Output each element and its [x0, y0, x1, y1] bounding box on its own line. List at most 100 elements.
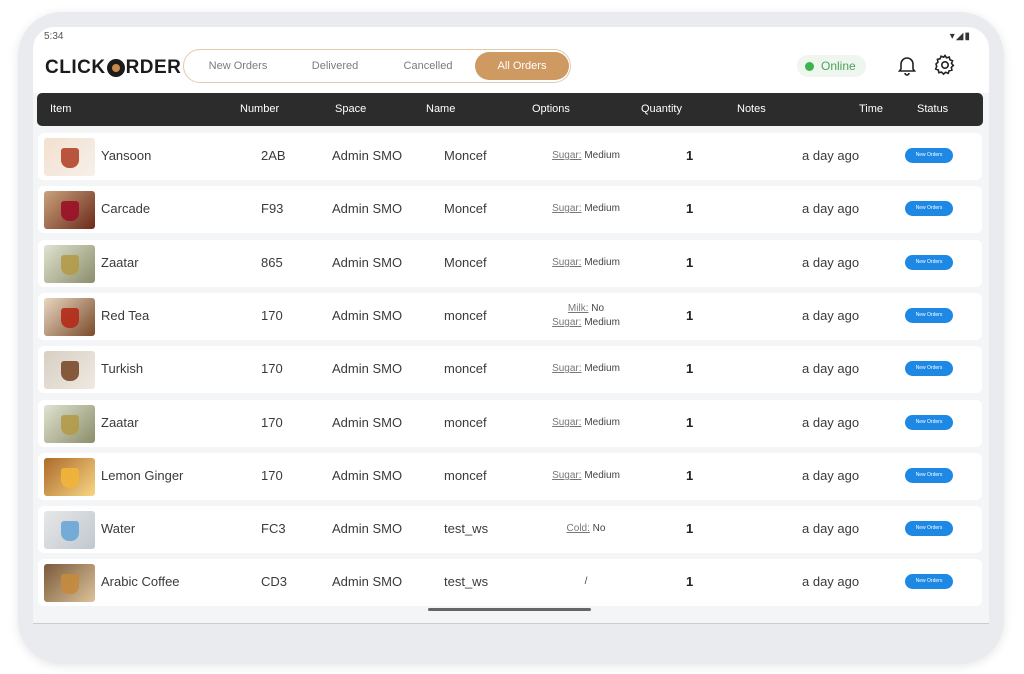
- option-line: Sugar: Medium: [526, 469, 646, 483]
- option-value: Medium: [584, 257, 620, 268]
- order-time: a day ago: [802, 574, 860, 589]
- logo-text-left: CLICK: [45, 57, 106, 78]
- item-thumbnail: [44, 405, 95, 443]
- status-badge[interactable]: New Orders: [905, 255, 953, 270]
- order-quantity: 1: [686, 308, 694, 323]
- col-item: Item: [50, 103, 72, 115]
- tab-delivered[interactable]: Delivered: [289, 52, 381, 80]
- order-space: Admin SMO: [332, 415, 403, 430]
- order-options: Sugar: Medium: [526, 469, 646, 483]
- item-name: Zaatar: [101, 255, 139, 270]
- option-value: No: [592, 523, 606, 534]
- item-name: Yansoon: [101, 148, 152, 163]
- table-row[interactable]: Turkish 170 Admin SMO moncef Sugar: Medium 1 a…: [38, 346, 982, 393]
- order-space: Admin SMO: [332, 468, 403, 483]
- order-number: CD3: [261, 574, 288, 589]
- option-value: No: [591, 303, 605, 314]
- order-space: Admin SMO: [332, 148, 403, 163]
- order-options: Milk: No Sugar: Medium: [526, 302, 646, 330]
- tab-cancelled[interactable]: Cancelled: [381, 52, 475, 80]
- option-key: Sugar:: [552, 417, 582, 428]
- status-badge[interactable]: New Orders: [905, 308, 953, 323]
- status-badge[interactable]: New Orders: [905, 148, 953, 163]
- bell-icon[interactable]: [895, 53, 919, 77]
- order-number: FC3: [261, 521, 286, 536]
- option-line: Sugar: Medium: [526, 362, 646, 376]
- order-number: 170: [261, 415, 283, 430]
- option-line: Sugar: Medium: [526, 202, 646, 216]
- order-quantity: 1: [686, 148, 694, 163]
- table-row[interactable]: Carcade F93 Admin SMO Moncef Sugar: Medium 1 a…: [38, 186, 982, 233]
- system-status-bar: 5:34 ▾◢▮: [33, 27, 989, 49]
- order-space: Admin SMO: [332, 255, 403, 270]
- tab-all-orders[interactable]: All Orders: [475, 52, 569, 80]
- tab-new-orders[interactable]: New Orders: [187, 52, 289, 80]
- col-name: Name: [426, 103, 456, 115]
- gear-icon[interactable]: [933, 53, 957, 77]
- option-value: Medium: [584, 203, 620, 214]
- item-thumbnail: [44, 298, 95, 336]
- order-quantity: 1: [686, 521, 694, 536]
- table-row[interactable]: Water FC3 Admin SMO test_ws Cold: No 1 a day a…: [38, 506, 982, 553]
- table-row[interactable]: Arabic Coffee CD3 Admin SMO test_ws / 1 a day …: [38, 559, 982, 606]
- table-row[interactable]: Zaatar 865 Admin SMO Moncef Sugar: Medium 1 a …: [38, 240, 982, 287]
- status-badge[interactable]: New Orders: [905, 468, 953, 483]
- order-tabs: New Orders Delivered Cancelled All Order…: [183, 49, 571, 83]
- order-options: Sugar: Medium: [526, 256, 646, 270]
- online-status-pill[interactable]: Online: [797, 55, 866, 77]
- col-notes: Notes: [737, 103, 766, 115]
- col-space: Space: [335, 103, 367, 115]
- option-value: Medium: [584, 317, 620, 328]
- customer-name: moncef: [444, 308, 487, 323]
- app-screen: 5:34 ▾◢▮ CLICK RDER New Orders Delivered…: [33, 27, 989, 623]
- customer-name: Moncef: [444, 201, 487, 216]
- option-value: Medium: [584, 470, 620, 481]
- item-name: Zaatar: [101, 415, 139, 430]
- customer-name: test_ws: [444, 574, 489, 589]
- status-badge[interactable]: New Orders: [905, 415, 953, 430]
- option-value: /: [584, 576, 588, 587]
- order-quantity: 1: [686, 201, 694, 216]
- item-thumbnail: [44, 138, 95, 176]
- order-time: a day ago: [802, 201, 860, 216]
- order-time: a day ago: [802, 521, 860, 536]
- customer-name: Moncef: [444, 148, 487, 163]
- option-key: Cold:: [566, 523, 590, 534]
- option-line: /: [526, 575, 646, 589]
- system-icons: ▾◢▮: [949, 31, 971, 42]
- status-badge[interactable]: New Orders: [905, 361, 953, 376]
- table-row[interactable]: Yansoon 2AB Admin SMO Moncef Sugar: Medium 1 a…: [38, 133, 982, 180]
- status-badge[interactable]: New Orders: [905, 521, 953, 536]
- home-indicator[interactable]: [428, 608, 591, 611]
- item-thumbnail: [44, 191, 95, 229]
- table-row[interactable]: Red Tea 170 Admin SMO moncef Milk: No Sugar: …: [38, 293, 982, 340]
- app-logo: CLICK RDER: [45, 57, 181, 79]
- order-time: a day ago: [802, 148, 860, 163]
- option-line: Sugar: Medium: [526, 149, 646, 163]
- option-value: Medium: [584, 363, 620, 374]
- col-status: Status: [917, 103, 949, 115]
- order-time: a day ago: [802, 361, 860, 376]
- item-name: Turkish: [101, 361, 144, 376]
- customer-name: moncef: [444, 415, 487, 430]
- col-quantity: Quantity: [641, 103, 682, 115]
- table-row[interactable]: Lemon Ginger 170 Admin SMO moncef Sugar: Med…: [38, 453, 982, 500]
- option-line: Sugar: Medium: [526, 416, 646, 430]
- order-options: Sugar: Medium: [526, 362, 646, 376]
- status-badge[interactable]: New Orders: [905, 574, 953, 589]
- item-name: Lemon Ginger: [101, 468, 184, 483]
- order-options: Sugar: Medium: [526, 416, 646, 430]
- order-number: 170: [261, 308, 283, 323]
- option-key: Sugar:: [552, 470, 582, 481]
- table-row[interactable]: Zaatar 170 Admin SMO moncef Sugar: Medium 1 a …: [38, 400, 982, 447]
- option-line: Milk: No: [526, 302, 646, 316]
- status-badge[interactable]: New Orders: [905, 201, 953, 216]
- option-key: Milk:: [567, 303, 589, 314]
- customer-name: Moncef: [444, 255, 487, 270]
- col-number: Number: [240, 103, 280, 115]
- order-options: /: [526, 575, 646, 589]
- item-thumbnail: [44, 351, 95, 389]
- item-thumbnail: [44, 564, 95, 602]
- item-name: Water: [101, 521, 136, 536]
- tablet-bezel-line: [33, 623, 989, 624]
